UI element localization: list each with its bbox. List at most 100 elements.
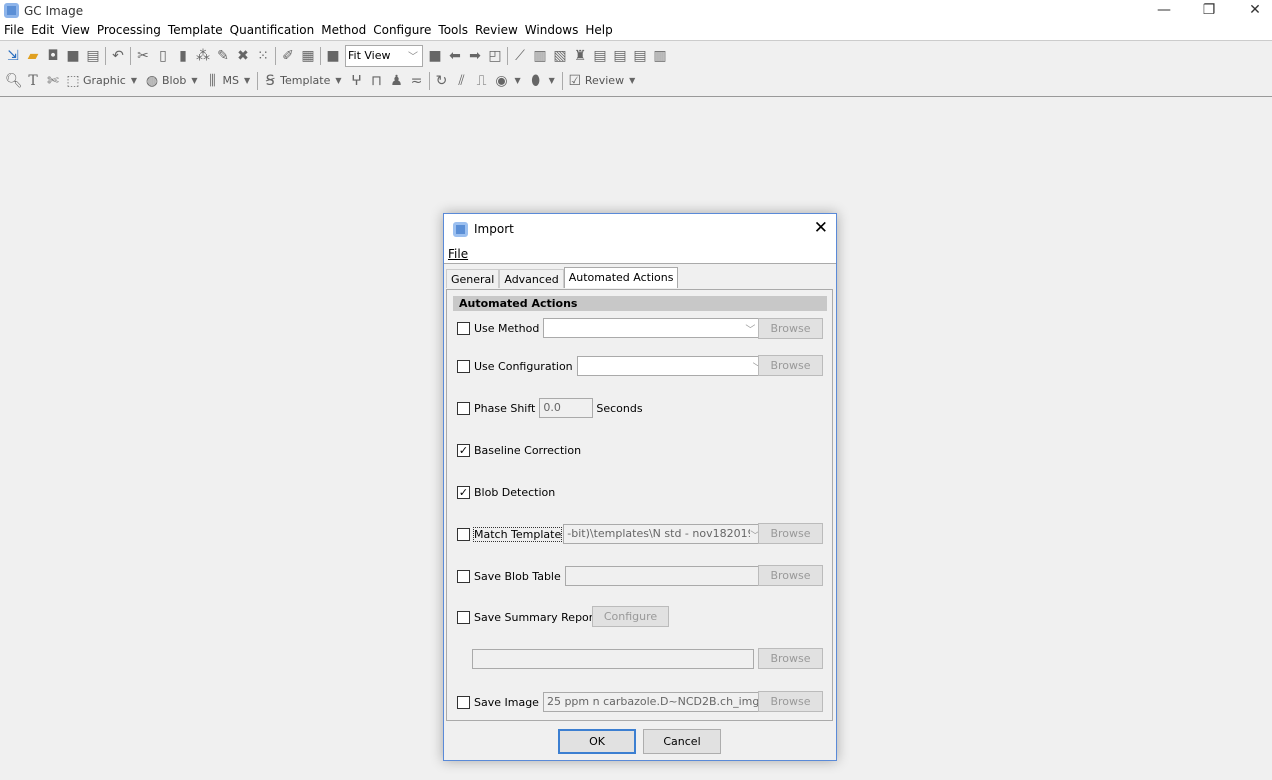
restore-button[interactable]: ❐	[1194, 2, 1224, 18]
export-icon[interactable]: ▤	[632, 48, 648, 64]
edit-icon[interactable]: ✎	[215, 48, 231, 64]
document-icon[interactable]: ▤	[592, 48, 608, 64]
table-icon[interactable]: ▥	[532, 48, 548, 64]
review-menu[interactable]: Review	[585, 74, 624, 87]
paste-icon[interactable]: ▮	[175, 48, 191, 64]
columns-icon[interactable]: ▥	[652, 48, 668, 64]
undo-icon[interactable]: ↶	[110, 48, 126, 64]
menu-configure[interactable]: Configure	[373, 22, 435, 40]
summary-report-path-input[interactable]	[472, 649, 754, 669]
copy-icon[interactable]: ▯	[155, 48, 171, 64]
dialog-menu-file[interactable]: File	[448, 247, 468, 261]
baseline-correction-checkbox[interactable]: ✓	[457, 443, 470, 457]
template-stamp-icon[interactable]: ♟	[389, 73, 405, 89]
delete-icon[interactable]: ✖	[235, 48, 251, 64]
use-method-checkbox[interactable]	[457, 321, 470, 335]
phase-shift-checkbox[interactable]	[457, 401, 470, 415]
template-edit-icon[interactable]: ≂	[409, 73, 425, 89]
use-configuration-checkbox[interactable]	[457, 359, 470, 373]
blob-menu[interactable]: Blob	[162, 74, 186, 87]
delete-all-icon[interactable]: ⁙	[255, 48, 271, 64]
save-image-checkbox[interactable]	[457, 695, 470, 709]
menu-template[interactable]: Template	[168, 22, 227, 40]
forward-arrow-icon[interactable]: ➡	[467, 48, 483, 64]
baseline-icon[interactable]: ⎍	[474, 73, 490, 89]
template-menu[interactable]: Template	[280, 74, 330, 87]
zoom-window-icon[interactable]: ◰	[487, 48, 503, 64]
group-icon[interactable]: ⁂	[195, 48, 211, 64]
save-image-input[interactable]: 25 ppm n carbazole.D~NCD2B.ch_img01.gci	[542, 692, 761, 712]
menu-windows[interactable]: Windows	[525, 22, 583, 40]
ok-button[interactable]: OK	[558, 729, 636, 754]
match-template-browse-button[interactable]: Browse	[758, 523, 823, 544]
text-icon[interactable]: T	[25, 73, 41, 89]
cancel-button[interactable]: Cancel	[643, 729, 721, 754]
save-summary-report-checkbox[interactable]	[457, 610, 470, 624]
review-icon[interactable]: ☑	[567, 73, 583, 89]
save-blob-table-checkbox[interactable]	[457, 569, 470, 583]
use-configuration-browse-button[interactable]: Browse	[758, 355, 823, 376]
caret-down-icon[interactable]: ▼	[131, 76, 137, 85]
menu-quantification[interactable]: Quantification	[230, 22, 319, 40]
menu-review[interactable]: Review	[475, 22, 522, 40]
refresh-icon[interactable]: ↻	[434, 73, 450, 89]
report-icon[interactable]: ▤	[612, 48, 628, 64]
menu-help[interactable]: Help	[585, 22, 616, 40]
use-configuration-select[interactable]: ﹀	[576, 356, 768, 376]
print-icon[interactable]: ▤	[85, 48, 101, 64]
cylinder-icon[interactable]: ⬮	[528, 73, 544, 89]
graphic-menu[interactable]: Graphic	[83, 74, 126, 87]
save-blob-table-browse-button[interactable]: Browse	[758, 565, 823, 586]
caret-down-icon[interactable]: ▼	[191, 76, 197, 85]
blob-icon[interactable]: ◍	[144, 73, 160, 89]
match-template-checkbox[interactable]	[457, 527, 470, 541]
plot-icon[interactable]: ⟋	[512, 48, 528, 64]
target-icon[interactable]: ◉	[494, 73, 510, 89]
graphic-icon[interactable]: ⬚	[65, 73, 81, 89]
minimize-button[interactable]: —	[1149, 2, 1179, 18]
menu-tools[interactable]: Tools	[438, 22, 472, 40]
save-blob-table-input[interactable]	[564, 566, 766, 586]
tab-advanced[interactable]: Advanced	[499, 269, 564, 288]
ms-spectrum-icon[interactable]: ⫼	[205, 73, 221, 89]
pencil-icon[interactable]: ✐	[280, 48, 296, 64]
template-match-icon[interactable]: ⵖ	[349, 73, 365, 89]
close-button[interactable]: ✕	[1240, 2, 1270, 18]
calculator-icon[interactable]: ▦	[300, 48, 316, 64]
unlock-icon[interactable]: ◘	[45, 48, 61, 64]
use-method-browse-button[interactable]: Browse	[758, 318, 823, 339]
image-icon[interactable]: ■	[325, 48, 341, 64]
ms-menu[interactable]: MS	[223, 74, 239, 87]
3d-view-icon[interactable]: ▧	[552, 48, 568, 64]
menu-processing[interactable]: Processing	[97, 22, 165, 40]
open-folder-icon[interactable]: ▰	[25, 48, 41, 64]
stamp-icon[interactable]: ♜	[572, 48, 588, 64]
view-select[interactable]: Fit View ﹀	[345, 44, 423, 67]
save-image-browse-button[interactable]: Browse	[758, 691, 823, 712]
caret-down-icon[interactable]: ▼	[244, 76, 250, 85]
template-transform-icon[interactable]: ⊓	[369, 73, 385, 89]
cut-icon[interactable]: ✂	[135, 48, 151, 64]
tab-automated-actions[interactable]: Automated Actions	[563, 267, 679, 288]
menu-edit[interactable]: Edit	[31, 22, 58, 40]
dialog-close-button[interactable]: ✕	[814, 218, 828, 238]
configure-button[interactable]: Configure	[592, 606, 669, 627]
import-icon[interactable]: ⇲	[5, 48, 21, 64]
menu-view[interactable]: View	[61, 22, 93, 40]
caret-down-icon[interactable]: ▼	[629, 76, 635, 85]
template-icon[interactable]: Ꞩ	[262, 73, 278, 89]
use-method-select[interactable]: ﹀	[543, 318, 761, 338]
save-icon[interactable]: ■	[65, 48, 81, 64]
peaks-icon[interactable]: ⫽	[454, 73, 470, 89]
summary-report-browse-button[interactable]: Browse	[758, 648, 823, 669]
caret-down-icon[interactable]: ▼	[549, 76, 555, 85]
phase-shift-input[interactable]: 0.0	[539, 398, 594, 418]
menu-file[interactable]: File	[4, 22, 28, 40]
back-arrow-icon[interactable]: ⬅	[447, 48, 463, 64]
caret-down-icon[interactable]: ▼	[335, 76, 341, 85]
tab-general[interactable]: General	[446, 269, 500, 288]
match-template-select[interactable]: -bit)\templates\N std - nov182019.bt ﹀	[563, 524, 766, 544]
stop-icon[interactable]: ■	[427, 48, 443, 64]
menu-method[interactable]: Method	[321, 22, 370, 40]
blob-detection-checkbox[interactable]: ✓	[457, 485, 470, 499]
